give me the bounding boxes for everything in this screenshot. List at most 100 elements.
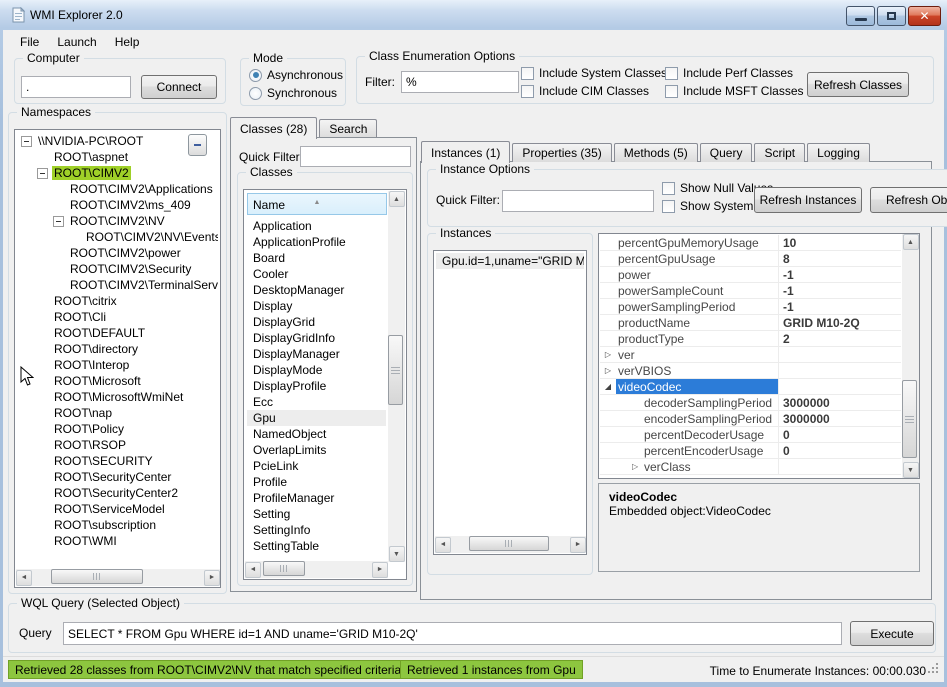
tree-expander-icon[interactable]: [37, 168, 48, 179]
class-list-item[interactable]: DisplayGridInfo: [247, 330, 386, 346]
menu-item-file[interactable]: File: [20, 35, 39, 49]
tree-item[interactable]: ROOT\ServiceModel: [17, 501, 218, 517]
scroll-up-icon[interactable]: ▲: [903, 234, 919, 250]
property-row[interactable]: decoderSamplingPeriod3000000: [600, 395, 901, 411]
scroll-thumb[interactable]: [263, 561, 305, 576]
close-button[interactable]: ✕: [908, 6, 941, 26]
tree-item[interactable]: ROOT\SecurityCenter: [17, 469, 218, 485]
scroll-left-icon[interactable]: ◄: [245, 562, 261, 578]
tree-item[interactable]: ROOT\Policy: [17, 421, 218, 437]
menu-item-help[interactable]: Help: [115, 35, 140, 49]
scroll-down-icon[interactable]: ▼: [389, 546, 405, 562]
menu-item-launch[interactable]: Launch: [57, 35, 96, 49]
tab-query[interactable]: Query: [700, 143, 753, 162]
class-list-item[interactable]: DisplayManager: [247, 346, 386, 362]
tree-item[interactable]: ROOT\citrix: [17, 293, 218, 309]
query-input[interactable]: SELECT * FROM Gpu WHERE id=1 AND uname='…: [63, 622, 842, 645]
property-row[interactable]: ◢videoCodec: [600, 379, 901, 395]
radio-synchronous[interactable]: Synchronous: [249, 86, 337, 100]
tree-item[interactable]: ROOT\CIMV2: [17, 165, 218, 181]
property-row[interactable]: ▷ver: [600, 347, 901, 363]
tree-item[interactable]: ROOT\Interop: [17, 357, 218, 373]
expander-icon[interactable]: ▷: [632, 462, 644, 471]
scroll-left-icon[interactable]: ◄: [16, 570, 32, 586]
scroll-thumb[interactable]: [902, 380, 917, 458]
classes-vscrollbar[interactable]: ▲ ▼: [388, 191, 405, 562]
resize-grip[interactable]: [927, 663, 939, 675]
tree-item[interactable]: ROOT\MicrosoftWmiNet: [17, 389, 218, 405]
class-list-item[interactable]: SettingTable: [247, 538, 386, 554]
computer-input[interactable]: .: [21, 76, 131, 98]
property-row[interactable]: ▷verClass: [600, 459, 901, 475]
scroll-down-icon[interactable]: ▼: [903, 462, 919, 478]
collapse-tree-button[interactable]: [188, 134, 207, 156]
refresh-classes-button[interactable]: Refresh Classes: [807, 72, 909, 97]
execute-button[interactable]: Execute: [850, 621, 934, 646]
class-list-item[interactable]: NamedObject: [247, 426, 386, 442]
class-list-item[interactable]: DesktopManager: [247, 282, 386, 298]
tree-item[interactable]: ROOT\SECURITY: [17, 453, 218, 469]
tree-item[interactable]: ROOT\Microsoft: [17, 373, 218, 389]
class-list-item[interactable]: Setting: [247, 506, 386, 522]
instances-hscrollbar[interactable]: ◄ ►: [435, 536, 586, 553]
tab-script[interactable]: Script: [754, 143, 805, 162]
checkbox-include-perf-classes[interactable]: Include Perf Classes: [665, 66, 793, 80]
tab-search[interactable]: Search: [319, 119, 377, 138]
tab-logging[interactable]: Logging: [807, 143, 870, 162]
minimize-button[interactable]: [846, 6, 875, 26]
title-bar[interactable]: WMI Explorer 2.0 ✕: [0, 0, 947, 30]
property-row[interactable]: power-1: [600, 267, 901, 283]
tree-item[interactable]: ROOT\CIMV2\power: [17, 245, 218, 261]
property-row[interactable]: ▷verVBIOS: [600, 363, 901, 379]
tab-instances-1-[interactable]: Instances (1): [421, 141, 510, 163]
namespaces-hscrollbar[interactable]: ◄ ►: [16, 569, 220, 586]
radio-asynchronous[interactable]: Asynchronous: [249, 68, 343, 82]
tree-item[interactable]: ROOT\SecurityCenter2: [17, 485, 218, 501]
property-row[interactable]: percentDecoderUsage0: [600, 427, 901, 443]
tree-item[interactable]: ROOT\DEFAULT: [17, 325, 218, 341]
checkbox-include-cim-classes[interactable]: Include CIM Classes: [521, 84, 649, 98]
class-list-item[interactable]: Profile: [247, 474, 386, 490]
property-row[interactable]: percentEncoderUsage0: [600, 443, 901, 459]
class-list-item[interactable]: DisplayMode: [247, 362, 386, 378]
classes-quick-filter-input[interactable]: [300, 146, 411, 167]
refresh-instances-button[interactable]: Refresh Instances: [754, 187, 862, 213]
tree-item[interactable]: ROOT\CIMV2\NV: [17, 213, 218, 229]
scroll-thumb[interactable]: [469, 536, 549, 551]
tree-item[interactable]: ROOT\RSOP: [17, 437, 218, 453]
tab-properties-35-[interactable]: Properties (35): [512, 143, 611, 162]
class-list-item[interactable]: Ecc: [247, 394, 386, 410]
tree-item[interactable]: ROOT\WMI: [17, 533, 218, 549]
refresh-object-button[interactable]: Refresh Object: [870, 187, 947, 213]
property-row[interactable]: productNameGRID M10-2Q: [600, 315, 901, 331]
scroll-up-icon[interactable]: ▲: [389, 191, 405, 207]
scroll-thumb[interactable]: [388, 335, 403, 405]
class-list-item[interactable]: PcieLink: [247, 458, 386, 474]
class-list-item[interactable]: Application: [247, 218, 386, 234]
property-row[interactable]: productType2: [600, 331, 901, 347]
tree-item[interactable]: ROOT\nap: [17, 405, 218, 421]
property-grid-vscrollbar[interactable]: ▲ ▼: [902, 234, 919, 478]
tree-item[interactable]: ROOT\CIMV2\Security: [17, 261, 218, 277]
classes-list-header[interactable]: ▲ Name: [247, 193, 387, 215]
class-list-item[interactable]: OverlapLimits: [247, 442, 386, 458]
class-list-item[interactable]: ProfileManager: [247, 490, 386, 506]
scroll-right-icon[interactable]: ►: [372, 562, 388, 578]
scroll-right-icon[interactable]: ►: [570, 537, 586, 553]
property-row[interactable]: powerSamplingPeriod-1: [600, 299, 901, 315]
scroll-right-icon[interactable]: ►: [204, 570, 220, 586]
class-list-item[interactable]: DisplayGrid: [247, 314, 386, 330]
class-list-item[interactable]: DisplayProfile: [247, 378, 386, 394]
class-list-item[interactable]: Display: [247, 298, 386, 314]
tree-item[interactable]: ROOT\CIMV2\NV\Events: [17, 229, 218, 245]
tab-classes-28-[interactable]: Classes (28): [230, 117, 317, 139]
scroll-left-icon[interactable]: ◄: [435, 537, 451, 553]
property-row[interactable]: percentGpuUsage8: [600, 251, 901, 267]
checkbox-include-msft-classes[interactable]: Include MSFT Classes: [665, 84, 804, 98]
tree-item[interactable]: ROOT\Cli: [17, 309, 218, 325]
class-list-item[interactable]: Board: [247, 250, 386, 266]
property-row[interactable]: powerSampleCount-1: [600, 283, 901, 299]
expander-icon[interactable]: ▷: [600, 350, 616, 359]
property-row[interactable]: encoderSamplingPeriod3000000: [600, 411, 901, 427]
expander-icon[interactable]: ▷: [600, 366, 616, 375]
